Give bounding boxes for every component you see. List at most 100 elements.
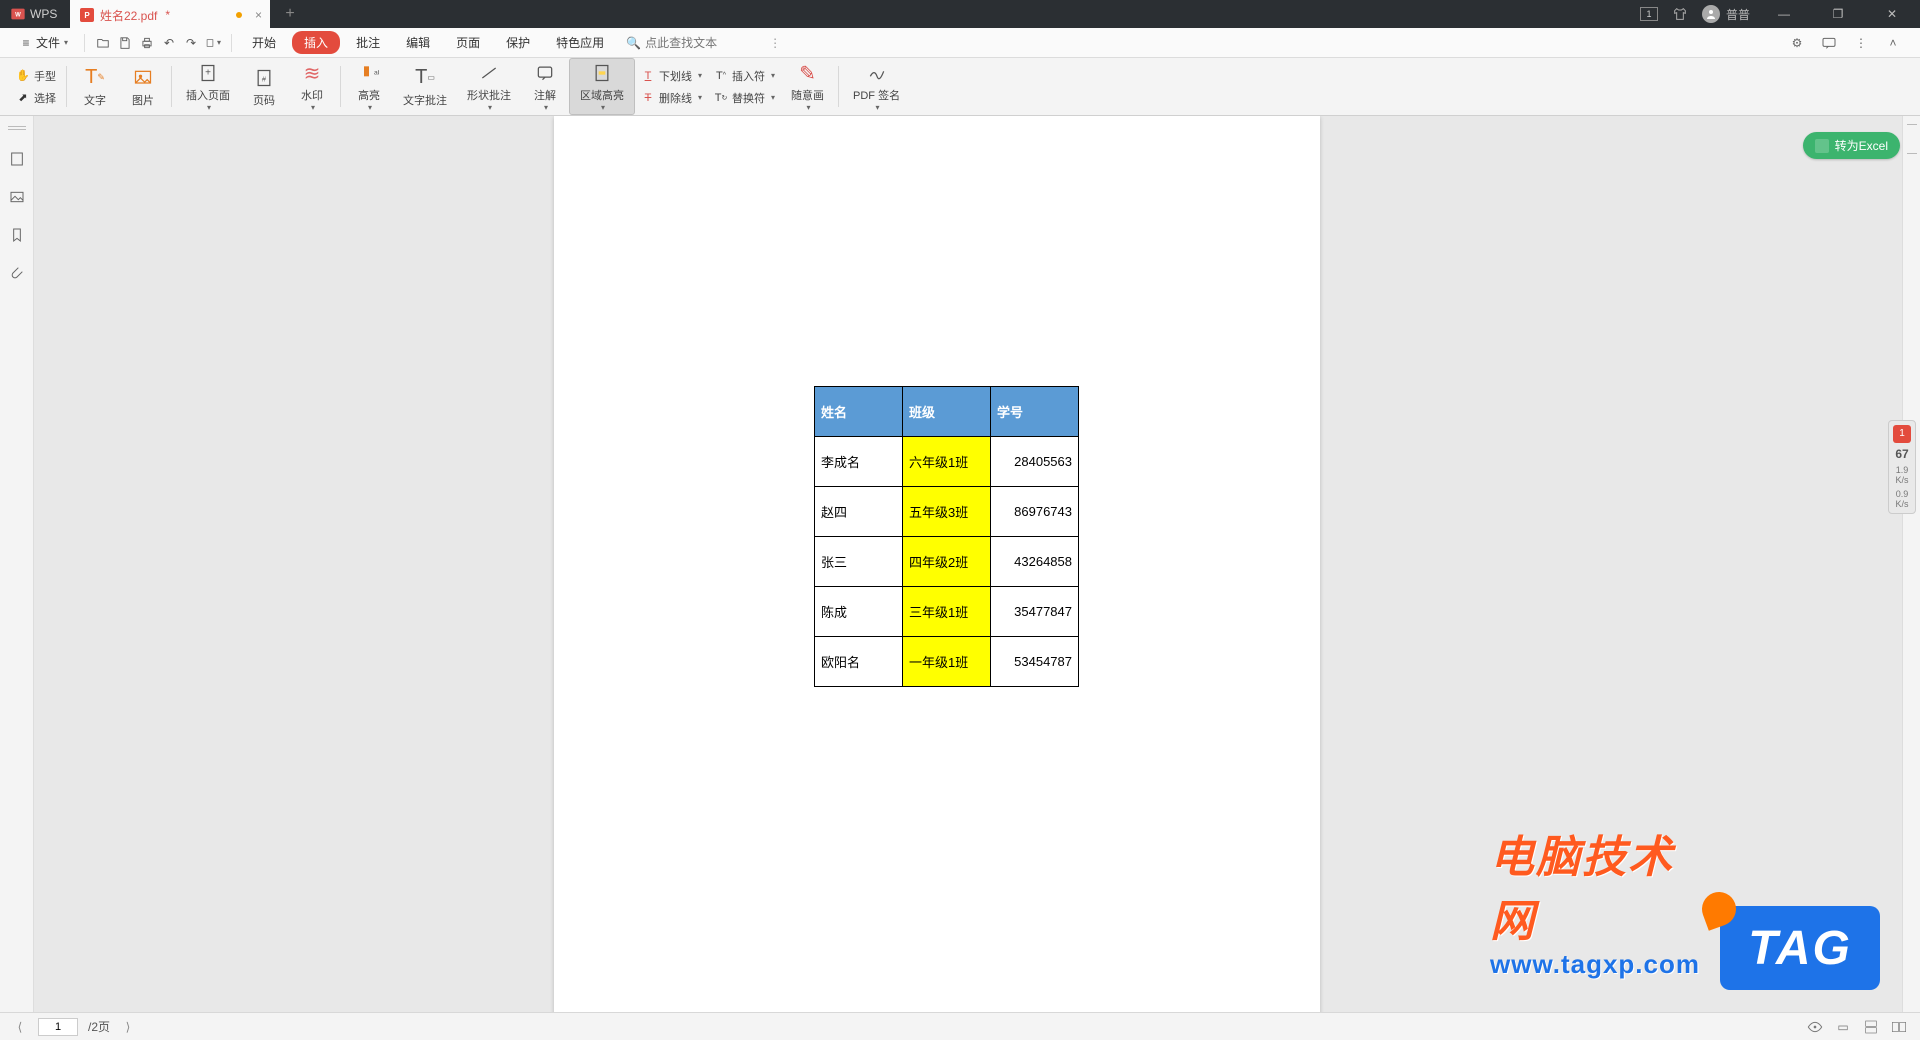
search-more-icon[interactable]: ⋮	[769, 36, 781, 50]
page-number-icon: #	[254, 66, 274, 90]
tab-annotate[interactable]: 批注	[346, 30, 390, 55]
menu-bar: ≡文件▾ ↶ ↷ ▾ 开始 插入 批注 编辑 页面 保护 特色应用 🔍 ⋮ ⚙ …	[0, 28, 1920, 58]
workspace: 姓名 班级 学号 李成名六年级1班28405563 赵四五年级3班8697674…	[0, 116, 1920, 1012]
insert-text-button[interactable]: T✎文字	[71, 58, 119, 115]
table-row: 赵四五年级3班86976743	[815, 487, 1079, 537]
more-icon[interactable]: ⋮	[1852, 34, 1870, 52]
replace-char-button[interactable]: T↻替换符▾	[714, 88, 775, 108]
convert-to-excel-button[interactable]: 转为Excel	[1803, 132, 1900, 159]
window-minimize-button[interactable]: —	[1764, 7, 1804, 21]
watermark-icon: ≋	[304, 61, 321, 85]
tab-filename: 姓名22.pdf	[100, 7, 157, 24]
table-row: 陈成三年级1班35477847	[815, 587, 1079, 637]
underline-button[interactable]: T下划线▾	[641, 66, 702, 86]
next-page-button[interactable]: ⟩	[120, 1019, 136, 1035]
open-icon[interactable]	[95, 35, 111, 51]
user-account[interactable]: 普普	[1702, 5, 1750, 23]
search-icon: 🔍	[626, 36, 641, 50]
text-annotation-button[interactable]: T▭文字批注	[393, 58, 457, 115]
insert-page-button[interactable]: +插入页面▾	[176, 58, 240, 115]
freehand-button[interactable]: ✎随意画▾	[781, 58, 834, 115]
insert-image-button[interactable]: 图片	[119, 58, 167, 115]
document-canvas[interactable]: 姓名 班级 学号 李成名六年级1班28405563 赵四五年级3班8697674…	[34, 116, 1902, 1012]
undo-icon[interactable]: ↶	[161, 35, 177, 51]
hand-mode-button[interactable]: ✋手型	[16, 66, 56, 86]
skin-icon[interactable]	[1672, 6, 1688, 22]
view-two-page-icon[interactable]	[1890, 1018, 1908, 1036]
tab-start[interactable]: 开始	[242, 30, 286, 55]
save-icon[interactable]	[117, 35, 133, 51]
svg-text:+: +	[205, 68, 211, 79]
feedback-icon[interactable]	[1820, 34, 1838, 52]
col-class-header: 班级	[903, 387, 991, 437]
title-bar: W WPS P 姓名22.pdf * × + 1 普普 — ❐ ✕	[0, 0, 1920, 28]
view-continuous-icon[interactable]	[1862, 1018, 1880, 1036]
page-plus-icon: +	[198, 61, 218, 85]
print-icon[interactable]	[139, 35, 155, 51]
select-mode-button[interactable]: ⬈选择	[16, 88, 56, 108]
page-number-input[interactable]	[38, 1018, 78, 1036]
app-logo: W WPS	[0, 0, 70, 28]
underline-icon: T	[641, 69, 655, 83]
page-1: 姓名 班级 学号 李成名六年级1班28405563 赵四五年级3班8697674…	[554, 116, 1320, 1012]
document-tab[interactable]: P 姓名22.pdf * ×	[70, 0, 270, 28]
insert-char-button[interactable]: T^插入符▾	[714, 66, 775, 86]
ribbon-toolbar: ✋手型 ⬈选择 T✎文字 图片 +插入页面▾ #页码 ≋水印▾ abc高亮▾ T…	[0, 58, 1920, 116]
line-icon	[478, 61, 500, 85]
eye-mode-icon[interactable]	[1806, 1018, 1824, 1036]
highlight-button[interactable]: abc高亮▾	[345, 58, 393, 115]
picture-panel-icon[interactable]	[8, 188, 26, 206]
collapse-ribbon-icon[interactable]: ˄	[1884, 34, 1902, 52]
strikeout-button[interactable]: T删除线▾	[641, 88, 702, 108]
svg-text:#: #	[262, 74, 267, 83]
view-single-icon[interactable]: ▭	[1834, 1018, 1852, 1036]
pdf-icon: P	[80, 8, 94, 22]
tray-badge[interactable]: 1	[1640, 7, 1658, 21]
replace-char-icon: T↻	[714, 91, 728, 105]
sidebar-grip-icon[interactable]	[8, 126, 26, 130]
redo-icon[interactable]: ↷	[183, 35, 199, 51]
table-header-row: 姓名 班级 学号	[815, 387, 1079, 437]
window-close-button[interactable]: ✕	[1872, 7, 1912, 21]
hamburger-menu-button[interactable]: ≡文件▾	[12, 30, 74, 55]
search-box[interactable]: 🔍 ⋮	[626, 36, 781, 50]
insert-char-icon: T^	[714, 69, 728, 83]
pdf-sign-button[interactable]: PDF 签名▾	[843, 58, 910, 115]
tab-edit[interactable]: 编辑	[396, 30, 440, 55]
highlight-icon: abc	[359, 61, 379, 85]
cursor-icon: ⬈	[16, 91, 30, 105]
meter-percent: 67	[1889, 447, 1915, 461]
tab-special[interactable]: 特色应用	[546, 30, 614, 55]
new-tab-button[interactable]: +	[270, 0, 310, 28]
window-maximize-button[interactable]: ❐	[1818, 7, 1858, 21]
hand-icon: ✋	[16, 69, 30, 83]
thumbnails-icon[interactable]	[8, 150, 26, 168]
insert-mark-group: T^插入符▾ T↻替换符▾	[708, 58, 781, 115]
tab-protect[interactable]: 保护	[496, 30, 540, 55]
watermark-button[interactable]: ≋水印▾	[288, 58, 336, 115]
right-strip[interactable]	[1902, 116, 1920, 1012]
data-table: 姓名 班级 学号 李成名六年级1班28405563 赵四五年级3班8697674…	[814, 386, 1079, 687]
shape-annotation-button[interactable]: 形状批注▾	[457, 58, 521, 115]
line-markup-group: T下划线▾ T删除线▾	[635, 58, 708, 115]
right-grip-icon	[1907, 124, 1917, 154]
left-sidebar	[0, 116, 34, 1012]
prev-page-button[interactable]: ⟨	[12, 1019, 28, 1035]
note-button[interactable]: 注解▾	[521, 58, 569, 115]
search-input[interactable]	[645, 36, 765, 50]
attachment-panel-icon[interactable]	[8, 264, 26, 282]
tab-page[interactable]: 页面	[446, 30, 490, 55]
export-icon[interactable]: ▾	[205, 35, 221, 51]
tab-insert[interactable]: 插入	[292, 31, 340, 54]
network-meter-widget[interactable]: 1 67 1.9K/s 0.9K/s	[1888, 420, 1916, 514]
page-number-button[interactable]: #页码	[240, 58, 288, 115]
bookmark-panel-icon[interactable]	[8, 226, 26, 244]
tab-modified-marker: *	[165, 8, 170, 22]
table-row: 张三四年级2班43264858	[815, 537, 1079, 587]
pencil-icon: ✎	[799, 61, 816, 85]
area-highlight-button[interactable]: 区域高亮▾	[569, 58, 635, 115]
tab-close-button[interactable]: ×	[255, 8, 262, 22]
mode-group: ✋手型 ⬈选择	[10, 58, 62, 115]
settings-icon[interactable]: ⚙	[1788, 34, 1806, 52]
page-total-label: /2页	[88, 1018, 110, 1035]
